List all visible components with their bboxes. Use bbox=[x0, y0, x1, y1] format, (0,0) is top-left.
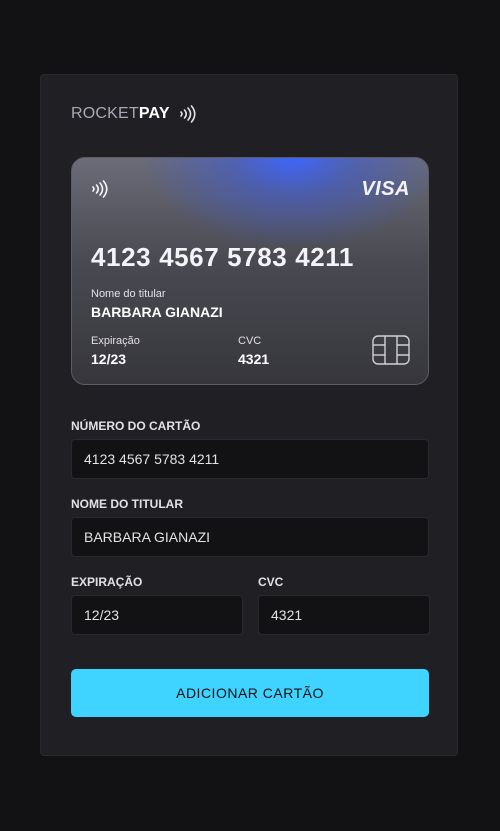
credit-card-preview: VISA 4123 4567 5783 4211 Nome do titular… bbox=[71, 157, 429, 385]
card-cvc-value: 4321 bbox=[238, 351, 270, 367]
visa-logo: VISA bbox=[361, 178, 410, 200]
card-number-input[interactable] bbox=[71, 439, 429, 479]
expiration-label: EXPIRAÇÃO bbox=[71, 575, 143, 589]
brand-name-bold: PAY bbox=[138, 105, 170, 122]
add-card-panel: ROCKET PAY VISA 4123 4567 5783 4211 Nome… bbox=[40, 74, 458, 756]
contactless-icon bbox=[90, 178, 110, 205]
holder-name-input[interactable] bbox=[71, 517, 429, 557]
card-number: 4123 4567 5783 4211 bbox=[91, 242, 354, 272]
card-holder-name: BARBARA GIANAZI bbox=[91, 304, 223, 320]
chip-icon bbox=[372, 335, 410, 370]
card-holder-label: Nome do titular bbox=[91, 288, 166, 300]
cvc-label: CVC bbox=[258, 575, 284, 589]
contactless-icon bbox=[178, 104, 196, 124]
card-expiration-label: Expiração bbox=[91, 335, 140, 347]
brand-name-light: ROCKET bbox=[71, 105, 139, 122]
brand-logo: ROCKET PAY bbox=[71, 103, 196, 125]
card-cvc-label: CVC bbox=[238, 335, 262, 347]
card-expiration-value: 12/23 bbox=[91, 351, 127, 367]
expiration-input[interactable] bbox=[71, 595, 243, 635]
cvc-input[interactable] bbox=[258, 595, 430, 635]
holder-name-label: NOME DO TITULAR bbox=[71, 497, 183, 511]
add-card-button[interactable]: ADICIONAR CARTÃO bbox=[71, 669, 429, 717]
card-number-label: NÚMERO DO CARTÃO bbox=[71, 419, 201, 433]
